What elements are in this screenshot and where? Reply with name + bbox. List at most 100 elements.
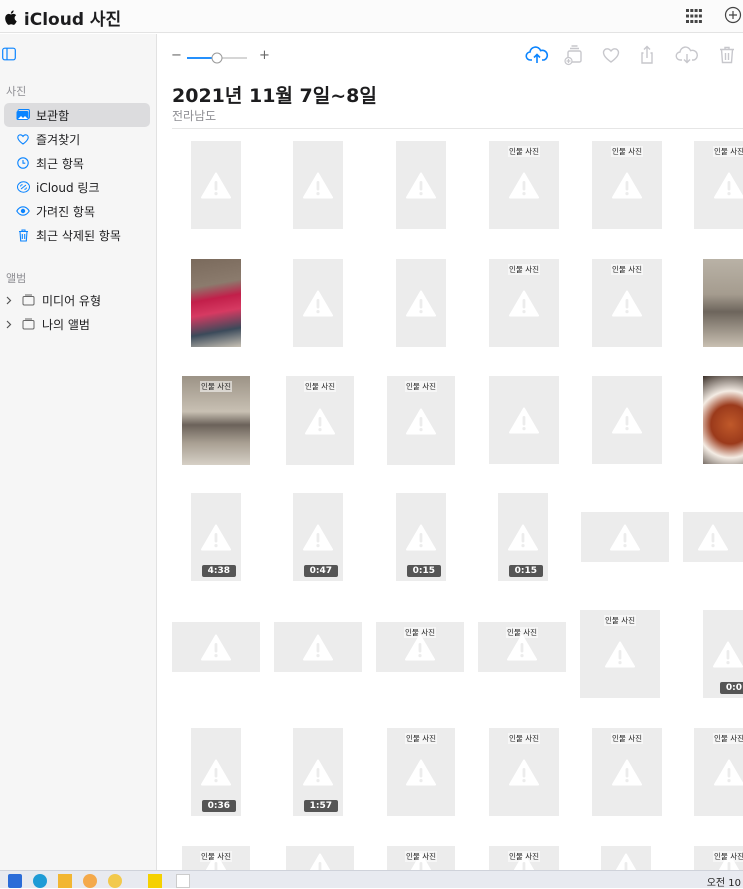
missing-image-icon <box>201 524 231 551</box>
photo-tile[interactable] <box>581 512 669 562</box>
delete-icon[interactable] <box>715 43 739 67</box>
photo-tile[interactable]: 0:15 <box>498 493 548 581</box>
zoom-knob[interactable] <box>211 52 223 64</box>
missing-image-icon <box>406 172 436 199</box>
photo-tile[interactable] <box>172 622 260 672</box>
explorer-icon[interactable] <box>58 874 72 888</box>
share-icon[interactable] <box>635 43 659 67</box>
photo-tile[interactable]: 0:15 <box>396 493 446 581</box>
sidebar-item-label: 보관함 <box>36 108 70 123</box>
missing-image-icon <box>406 408 436 435</box>
taskbar: 오전 10 <box>0 870 743 889</box>
photo-tile[interactable] <box>489 376 559 464</box>
photo-tile[interactable]: 인물 사진 <box>489 846 559 870</box>
photo-tile[interactable]: 0:0 <box>703 610 743 698</box>
location-subtitle[interactable]: 전라남도 <box>172 107 216 124</box>
photo-tile[interactable] <box>293 259 343 347</box>
sidebar-item-favorites[interactable]: 즐겨찾기 <box>4 127 150 151</box>
upload-icon[interactable] <box>525 43 549 67</box>
missing-image-icon <box>406 759 436 786</box>
photo-tile[interactable]: 인물 사진 <box>182 376 250 465</box>
photo-tile[interactable] <box>396 141 446 229</box>
app-title[interactable]: iCloud 사진 <box>4 5 121 30</box>
clock: 오전 10 <box>706 878 741 889</box>
sidebar-item-icloud-links[interactable]: iCloud 링크 <box>4 175 150 199</box>
missing-image-icon <box>612 172 642 199</box>
photo-tile[interactable] <box>191 259 241 347</box>
sidebar-item-library[interactable]: 보관함 <box>4 103 150 127</box>
missing-image-icon <box>611 853 641 870</box>
photo-tile[interactable] <box>191 141 241 229</box>
photo-tile[interactable]: 인물 사진 <box>478 622 566 672</box>
zoom-slider[interactable]: − + <box>171 48 271 66</box>
missing-image-icon <box>507 634 537 661</box>
photo-tile[interactable]: 인물 사진 <box>286 376 354 465</box>
sidebar-item-media-types[interactable]: 미디어 유형 <box>6 292 101 309</box>
sidebar-item-label: iCloud 링크 <box>36 180 100 195</box>
photo-tile[interactable] <box>601 846 651 870</box>
photo-tile[interactable] <box>703 259 743 347</box>
apps-grid-icon[interactable] <box>686 8 702 23</box>
photo-tile[interactable]: 인물 사진 <box>387 728 455 816</box>
sidebar-item-my-albums[interactable]: 나의 앨범 <box>6 316 90 333</box>
sidebar: 사진 보관함 즐겨찾기 최근 항목 iCloud 링크 가려진 항목 최근 삭제 <box>0 34 157 870</box>
sidebar-item-recently-deleted[interactable]: 최근 삭제된 항목 <box>4 223 150 247</box>
apple-icon <box>4 10 18 29</box>
photo-tile[interactable]: 인물 사진 <box>182 846 250 870</box>
edge-icon[interactable] <box>33 874 47 888</box>
portrait-badge: 인물 사진 <box>405 381 437 392</box>
missing-image-icon <box>509 759 539 786</box>
sidebar-item-recents[interactable]: 최근 항목 <box>4 151 150 175</box>
portrait-badge: 인물 사진 <box>405 733 437 744</box>
photo-tile[interactable]: 인물 사진 <box>694 846 743 870</box>
photo-tile[interactable]: 인물 사진 <box>592 728 662 816</box>
zoom-out-button[interactable]: − <box>171 48 182 63</box>
photo-tile[interactable]: 인물 사진 <box>489 141 559 229</box>
missing-image-icon <box>612 407 642 434</box>
divider <box>172 128 743 129</box>
add-to-album-icon[interactable] <box>562 43 586 67</box>
notes-icon[interactable] <box>148 874 162 888</box>
sidebar-toggle-icon[interactable] <box>2 46 16 61</box>
portrait-badge: 인물 사진 <box>508 264 540 275</box>
chevron-right-icon[interactable] <box>6 294 16 308</box>
portrait-badge: 인물 사진 <box>713 851 743 862</box>
photo-tile[interactable]: 4:38 <box>191 493 241 581</box>
photo-tile[interactable] <box>703 376 743 464</box>
photo-tile[interactable]: 인물 사진 <box>489 259 559 347</box>
photo-tile[interactable]: 인물 사진 <box>387 376 455 465</box>
chevron-right-icon[interactable] <box>6 318 16 332</box>
calendar-icon[interactable] <box>176 874 190 888</box>
sidebar-item-label: 최근 항목 <box>36 156 84 171</box>
top-bar: iCloud 사진 <box>0 0 743 33</box>
photo-tile[interactable] <box>274 622 362 672</box>
link-icon <box>16 180 30 194</box>
photo-tile[interactable]: 1:57 <box>293 728 343 816</box>
photo-tile[interactable]: 인물 사진 <box>376 622 464 672</box>
photo-tile[interactable] <box>286 846 354 870</box>
photo-tile[interactable] <box>396 259 446 347</box>
photo-tile[interactable]: 인물 사진 <box>592 141 662 229</box>
add-icon[interactable] <box>724 6 742 24</box>
start-icon[interactable] <box>8 874 22 888</box>
zoom-in-button[interactable]: + <box>259 48 270 63</box>
messenger-icon[interactable] <box>83 874 97 888</box>
photo-tile[interactable] <box>293 141 343 229</box>
download-icon[interactable] <box>675 43 699 67</box>
photo-tile[interactable]: 0:47 <box>293 493 343 581</box>
missing-image-icon <box>612 290 642 317</box>
photo-tile[interactable]: 인물 사진 <box>489 728 559 816</box>
photo-tile[interactable]: 인물 사진 <box>580 610 660 698</box>
photo-tile[interactable] <box>683 512 743 562</box>
photo-tile[interactable]: 인물 사진 <box>387 846 455 870</box>
video-duration: 0:15 <box>406 565 441 577</box>
photo-tile[interactable]: 인물 사진 <box>592 259 662 347</box>
heart-icon[interactable] <box>599 43 623 67</box>
photo-tile[interactable]: 0:36 <box>191 728 241 816</box>
sidebar-item-hidden[interactable]: 가려진 항목 <box>4 199 150 223</box>
app-icon[interactable] <box>108 874 122 888</box>
missing-image-icon <box>509 290 539 317</box>
photo-tile[interactable]: 인물 사진 <box>694 728 743 816</box>
photo-tile[interactable]: 인물 사진 <box>694 141 743 229</box>
photo-tile[interactable] <box>592 376 662 464</box>
